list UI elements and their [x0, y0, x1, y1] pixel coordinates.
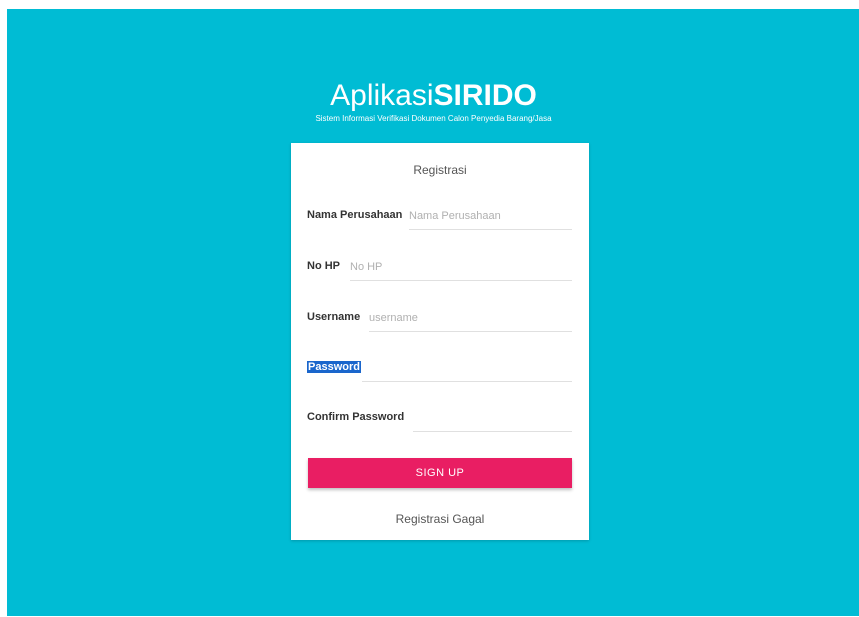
company-name-label: Nama Perusahaan	[307, 209, 403, 221]
company-name-input[interactable]	[409, 203, 572, 230]
password-field: Password	[307, 355, 572, 383]
company-name-field: Nama Perusahaan	[307, 203, 572, 231]
app-subtitle: Sistem Informasi Verifikasi Dokumen Calo…	[315, 114, 552, 123]
app-title-regular: Aplikasi	[330, 79, 434, 112]
app-title: AplikasiSIRIDO	[7, 79, 859, 113]
phone-field: No HP	[307, 254, 572, 282]
password-label: Password	[307, 361, 361, 373]
status-message: Registrasi Gagal	[395, 512, 485, 526]
username-input[interactable]	[369, 305, 572, 332]
app-title-bold: SIRIDO	[433, 79, 537, 112]
confirm-password-label: Confirm Password	[307, 411, 405, 423]
confirm-password-input[interactable]	[413, 405, 572, 432]
username-label: Username	[307, 311, 361, 323]
confirm-password-field: Confirm Password	[307, 405, 572, 433]
page-background: AplikasiSIRIDO Sistem Informasi Verifika…	[7, 9, 859, 616]
registration-card: Registrasi Nama Perusahaan No HP Usernam…	[291, 143, 589, 540]
form-title: Registrasi	[413, 163, 467, 177]
phone-input[interactable]	[350, 254, 572, 281]
phone-label: No HP	[307, 260, 340, 272]
sign-up-button[interactable]: SIGN UP	[308, 458, 572, 488]
username-field: Username	[307, 305, 572, 333]
password-input[interactable]	[362, 355, 572, 382]
